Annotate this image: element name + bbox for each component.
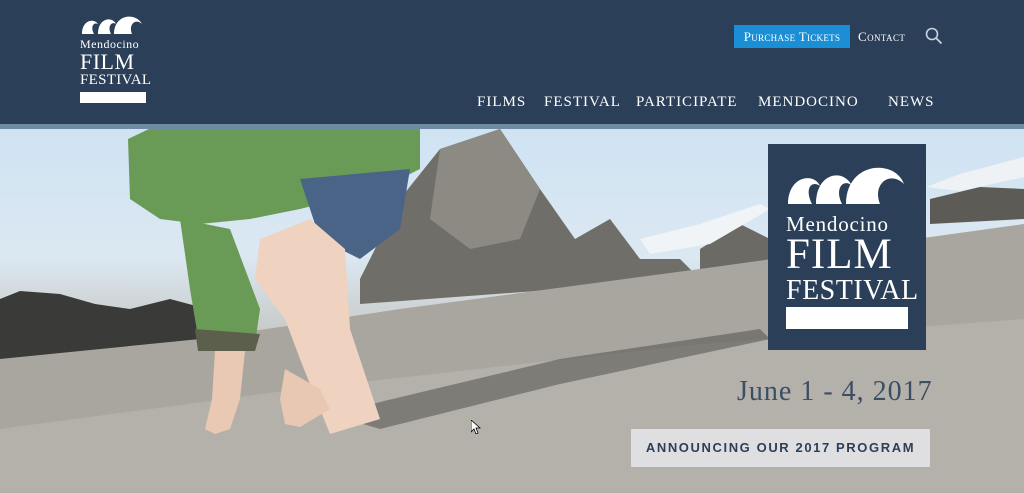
nav-item-participate[interactable]: PARTICIPATE <box>636 94 738 111</box>
hero-logo-line2: FILM <box>786 231 893 278</box>
hero-logo-waves-icon <box>788 167 904 204</box>
site-header: Mendocino FILM FESTIVAL Purchase Tickets… <box>0 0 1024 124</box>
hero-logo-bar <box>786 307 908 329</box>
search-icon[interactable] <box>925 27 943 45</box>
announce-program-button[interactable]: ANNOUNCING OUR 2017 PROGRAM <box>631 429 930 467</box>
nav-item-films[interactable]: FILMS <box>477 94 526 111</box>
hero-logo-line3: FESTIVAL <box>786 275 919 306</box>
purchase-tickets-button[interactable]: Purchase Tickets <box>734 25 850 48</box>
logo-waves-icon <box>82 16 142 34</box>
festival-dates: June 1 - 4, 2017 <box>737 376 933 407</box>
mouse-cursor-icon <box>471 420 481 434</box>
logo-text-line3: FESTIVAL <box>80 72 152 88</box>
logo-bar <box>80 92 146 103</box>
nav-item-news[interactable]: NEWS <box>888 94 935 111</box>
hero-festival-logo: Mendocino FILM FESTIVAL <box>768 144 926 350</box>
nav-item-mendocino[interactable]: MENDOCINO <box>758 94 859 111</box>
site-logo[interactable]: Mendocino FILM FESTIVAL <box>78 12 152 104</box>
contact-link[interactable]: Contact <box>858 25 905 48</box>
nav-item-festival[interactable]: FESTIVAL <box>544 94 621 111</box>
